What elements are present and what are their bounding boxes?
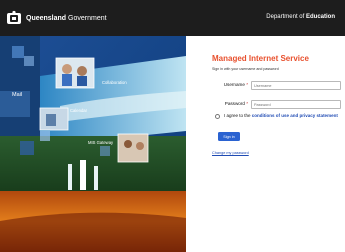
change-password-link[interactable]: Change my password	[212, 151, 249, 155]
tile-calendar[interactable]: Calendar	[70, 108, 87, 113]
tile-mis-gateway[interactable]: MIS Gateway	[88, 140, 113, 145]
password-label: Password *	[224, 101, 248, 106]
qld-gov-logo[interactable]: Queensland Government	[6, 9, 107, 27]
hero-image: Mail Collaboration Calendar MIS Gateway	[0, 36, 186, 252]
tile-mail[interactable]: Mail	[12, 92, 22, 98]
sign-in-button[interactable]: Sign in	[218, 132, 240, 141]
conditions-link[interactable]: conditions of use and privacy statement	[252, 113, 338, 118]
tile-collaboration[interactable]: Collaboration	[102, 80, 127, 85]
header-bar: Queensland Government Department of Educ…	[0, 0, 345, 36]
login-instructions: Sign in with your username and password	[212, 67, 279, 71]
username-input[interactable]	[251, 81, 341, 90]
qld-crest-icon	[7, 10, 21, 24]
required-mark: *	[246, 101, 248, 106]
page-title: Managed Internet Service	[212, 54, 309, 63]
required-mark: *	[246, 82, 248, 87]
username-label: Username *	[223, 82, 248, 87]
agree-checkbox[interactable]	[215, 114, 220, 119]
qld-gov-wordmark: Queensland Government	[26, 14, 107, 22]
agree-text: I agree to the conditions of use and pri…	[224, 113, 338, 118]
department-name: Department of Education	[266, 14, 335, 20]
password-input[interactable]	[251, 100, 341, 109]
